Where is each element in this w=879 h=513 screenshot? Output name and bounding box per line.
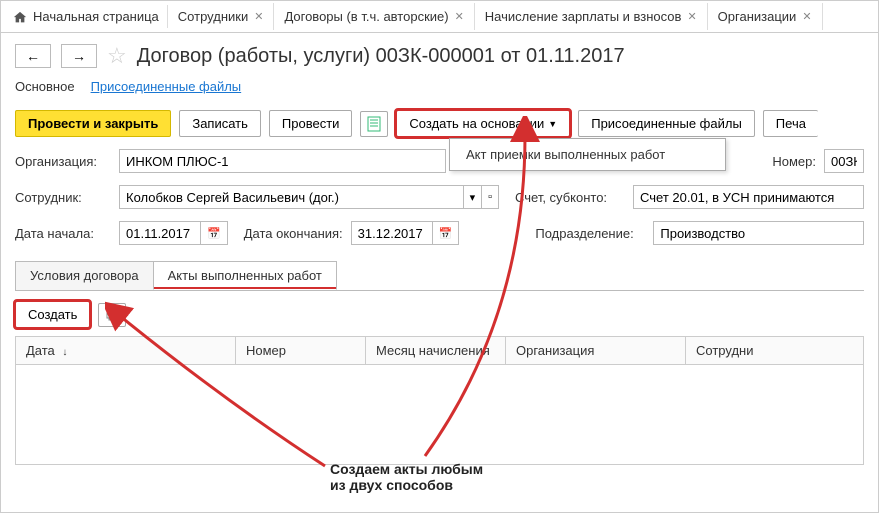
star-icon[interactable]: ☆ bbox=[107, 43, 127, 69]
section-files[interactable]: Присоединенные файлы bbox=[91, 79, 242, 94]
post-and-close-button[interactable]: Провести и закрыть bbox=[15, 110, 171, 137]
print-button[interactable]: Печа bbox=[763, 110, 818, 137]
tab-home[interactable]: Начальная страница bbox=[5, 5, 168, 28]
subtab-acts[interactable]: Акты выполненных работ bbox=[153, 261, 337, 290]
calendar-icon[interactable]: 📅 bbox=[433, 221, 460, 245]
section-nav: Основное Присоединенные файлы bbox=[1, 75, 878, 104]
tab-label: Договоры (в т.ч. авторские) bbox=[284, 9, 448, 24]
back-button[interactable]: ← bbox=[15, 44, 51, 68]
create-based-button[interactable]: Создать на основании ▼ bbox=[396, 110, 570, 137]
acts-table: Дата ↓ Номер Месяц начисления Организаци… bbox=[15, 336, 864, 465]
form-row-dates: Дата начала: 📅 Дата окончания: 📅 Подразд… bbox=[1, 215, 878, 251]
chevron-down-icon: ▼ bbox=[548, 119, 557, 129]
start-date-input[interactable] bbox=[119, 221, 201, 245]
tab-toolbar: Создать bbox=[15, 301, 864, 328]
dept-input[interactable] bbox=[653, 221, 864, 245]
home-icon bbox=[13, 11, 27, 23]
create-based-label: Создать на основании bbox=[409, 116, 544, 131]
page-title: Договор (работы, услуги) 00ЗК-000001 от … bbox=[137, 45, 625, 68]
attached-files-button[interactable]: Присоединенные файлы bbox=[578, 110, 755, 137]
section-main[interactable]: Основное bbox=[15, 79, 75, 94]
forward-button[interactable]: → bbox=[61, 44, 97, 68]
employee-label: Сотрудник: bbox=[15, 190, 111, 205]
col-employee[interactable]: Сотрудни bbox=[686, 337, 864, 365]
close-icon[interactable]: ✕ bbox=[802, 10, 811, 23]
toolbar: Провести и закрыть Записать Провести Соз… bbox=[1, 104, 878, 143]
col-org[interactable]: Организация bbox=[506, 337, 686, 365]
report-icon-button[interactable] bbox=[360, 111, 388, 137]
number-label: Номер: bbox=[772, 154, 816, 169]
save-button[interactable]: Записать bbox=[179, 110, 261, 137]
form-row-employee: Сотрудник: ▾ ▫ Счет, субконто: bbox=[1, 179, 878, 215]
tab-label: Организации bbox=[718, 9, 797, 24]
tab-item-0[interactable]: Сотрудники ✕ bbox=[168, 3, 275, 30]
form-row-org: Организация: Номер: bbox=[1, 143, 878, 179]
tab-home-label: Начальная страница bbox=[33, 9, 159, 24]
end-date-input[interactable] bbox=[351, 221, 433, 245]
create-button[interactable]: Создать bbox=[15, 301, 90, 328]
tab-content: Создать Дата ↓ Номер Месяц начисления Ор… bbox=[15, 290, 864, 475]
subtab-acts-label: Акты выполненных работ bbox=[168, 268, 322, 283]
employee-open-button[interactable]: ▫ bbox=[482, 185, 499, 209]
col-month[interactable]: Месяц начисления bbox=[366, 337, 506, 365]
tabbar: Начальная страница Сотрудники ✕ Договоры… bbox=[1, 1, 878, 33]
post-button[interactable]: Провести bbox=[269, 110, 353, 137]
dept-label: Подразделение: bbox=[535, 226, 645, 241]
col-date[interactable]: Дата ↓ bbox=[16, 337, 236, 365]
copy-icon-button[interactable] bbox=[98, 303, 126, 327]
subtabs: Условия договора Акты выполненных работ bbox=[1, 251, 878, 290]
number-input[interactable] bbox=[824, 149, 864, 173]
employee-input[interactable] bbox=[119, 185, 464, 209]
employee-dropdown-button[interactable]: ▾ bbox=[464, 185, 483, 209]
col-number[interactable]: Номер bbox=[236, 337, 366, 365]
account-label: Счет, субконто: bbox=[515, 190, 625, 205]
org-label: Организация: bbox=[15, 154, 111, 169]
account-input[interactable] bbox=[633, 185, 864, 209]
close-icon[interactable]: ✕ bbox=[254, 10, 263, 23]
close-icon[interactable]: ✕ bbox=[687, 10, 696, 23]
empty-row bbox=[16, 365, 864, 465]
annotation-text: Создаем акты любым из двух способов bbox=[330, 461, 483, 493]
nav-row: ← → ☆ Договор (работы, услуги) 00ЗК-0000… bbox=[1, 33, 878, 75]
end-date-label: Дата окончания: bbox=[244, 226, 343, 241]
tab-label: Сотрудники bbox=[178, 9, 248, 24]
subtab-terms[interactable]: Условия договора bbox=[15, 261, 154, 290]
org-input[interactable] bbox=[119, 149, 446, 173]
calendar-icon[interactable]: 📅 bbox=[201, 221, 228, 245]
tab-item-1[interactable]: Договоры (в т.ч. авторские) ✕ bbox=[274, 3, 474, 30]
tab-item-2[interactable]: Начисление зарплаты и взносов ✕ bbox=[475, 3, 708, 30]
create-based-dropdown: Акт приемки выполненных работ bbox=[449, 138, 726, 171]
start-date-label: Дата начала: bbox=[15, 226, 111, 241]
dropdown-item-act[interactable]: Акт приемки выполненных работ bbox=[466, 147, 665, 162]
sort-down-icon: ↓ bbox=[62, 347, 67, 358]
close-icon[interactable]: ✕ bbox=[455, 10, 464, 23]
tab-label: Начисление зарплаты и взносов bbox=[485, 9, 682, 24]
tab-item-3[interactable]: Организации ✕ bbox=[708, 3, 823, 30]
